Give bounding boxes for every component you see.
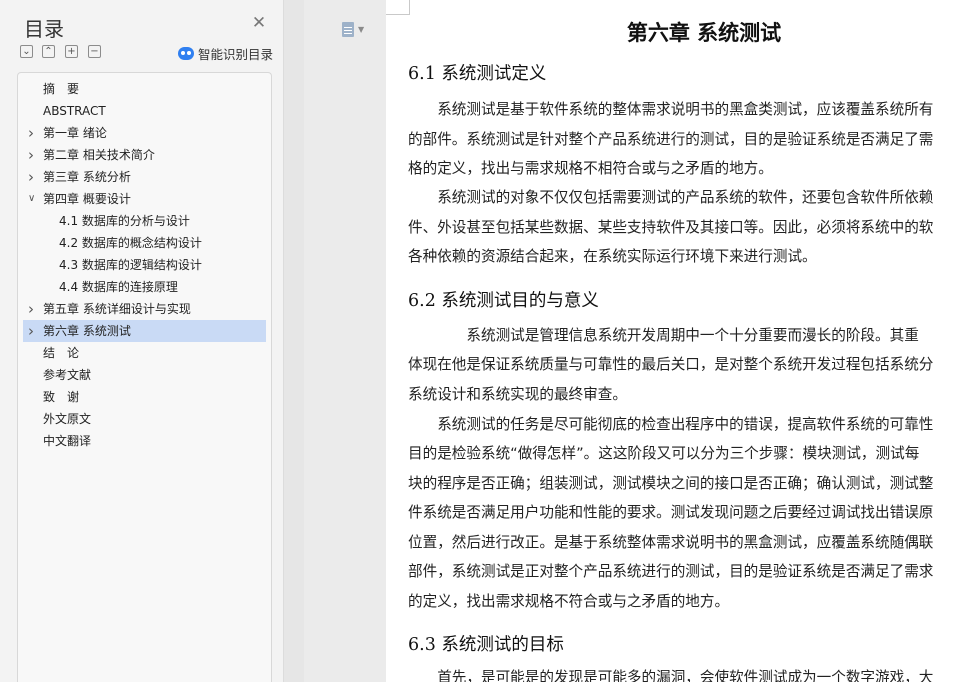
expand-all-icon[interactable]: ⌃ [42, 45, 55, 58]
panel-divider[interactable] [284, 0, 304, 682]
toc-item[interactable]: › 第三章 系统分析 [23, 166, 266, 188]
sidebar-title: 目录 [24, 17, 64, 41]
document-page[interactable]: 第六章 系统测试 6.1 系统测试定义 系统测试是基于软件系统的整体需求说明书的黑… [386, 0, 972, 682]
chapter-title: 第六章 系统测试 [626, 20, 782, 45]
section-heading: 6.2 系统测试目的与意义 [408, 291, 599, 311]
toc-sidebar: 目录 ✕ ⌄ ⌃ + − 智能识别目录 摘 要 ABSTRACT › 第一章 绪论 › 第… [0, 0, 284, 682]
toc-item-label: ABSTRACT [43, 104, 106, 118]
toc-item-label: 致 谢 [43, 390, 80, 404]
toc-item[interactable]: 4.2 数据库的概念结构设计 [23, 232, 266, 254]
toc-item[interactable]: 致 谢 [23, 386, 266, 408]
toc-item[interactable]: 4.4 数据库的连接原理 [23, 276, 266, 298]
toc-item[interactable]: 参考文献 [23, 364, 266, 386]
toc-item-label: 外文原文 [43, 412, 92, 426]
paragraph-line: 件、外设甚至包括某些数据、某些支持软件及其接口等。因此，必须将系统中的软 [408, 219, 934, 236]
toc-item-label: 第三章 系统分析 [43, 170, 131, 184]
document-icon [342, 22, 354, 37]
smart-recognize-icon [178, 46, 194, 60]
paragraph-line: 的部件。系统测试是针对整个产品系统进行的测试，目的是验证系统是否满足了需 [408, 131, 934, 148]
toc-item[interactable]: ABSTRACT [23, 100, 266, 122]
dropdown-arrow-icon: ▼ [358, 25, 365, 34]
document-menu-button[interactable]: ▼ [342, 20, 370, 40]
chevron-right-icon[interactable]: › [28, 166, 38, 188]
toc-item[interactable]: › 第五章 系统详细设计与实现 [23, 298, 266, 320]
paragraph-line: 系统测试是基于软件系统的整体需求说明书的黑盒类测试，应该覆盖系统所有 [408, 101, 934, 118]
paragraph-line: 各种依赖的资源结合起来，在系统实际运行环境下来进行测试。 [408, 248, 817, 265]
toc-item-label: 4.2 数据库的概念结构设计 [59, 236, 202, 250]
toc-item[interactable]: 中文翻译 [23, 430, 266, 452]
toc-item-label: 第一章 绪论 [43, 126, 107, 140]
paragraph-line: 体现在他是保证系统质量与可靠性的最后关口，是对整个系统开发过程包括系统分 [408, 356, 934, 373]
document-area: ▼ 第六章 系统测试 6.1 系统测试定义 系统测试是基于软件系统的整体需求说明书… [304, 0, 972, 682]
toc-list: 摘 要 ABSTRACT › 第一章 绪论 › 第二章 相关技术简介 › 第三章 系统分析 ∨ 第… [17, 72, 272, 682]
toc-item-label: 4.3 数据库的逻辑结构设计 [59, 258, 202, 272]
paragraph-line: 块的程序是否正确；组装测试，测试模块之间的接口是否正确；确认测试，测试整 [408, 475, 934, 492]
paragraph-line: 的定义，找出需求规格不符合或与之矛盾的地方。 [408, 593, 730, 610]
toc-item-label: 4.1 数据库的分析与设计 [59, 214, 190, 228]
toc-item-label: 第四章 概要设计 [43, 192, 131, 206]
toc-item-label: 4.4 数据库的连接原理 [59, 280, 178, 294]
toc-item[interactable]: › 第二章 相关技术简介 [23, 144, 266, 166]
paragraph-line: 目的是检验系统“做得怎样”。这这阶段又可以分为三个步骤：模块测试，测试每 [408, 445, 920, 462]
toc-item[interactable]: 结 论 [23, 342, 266, 364]
toc-item[interactable]: ∨ 第四章 概要设计 [23, 188, 266, 210]
toc-item-label: 第六章 系统测试 [43, 324, 131, 338]
page-corner-mark [409, 0, 410, 15]
toc-item-label: 参考文献 [43, 368, 92, 382]
toc-item-label: 摘 要 [43, 82, 80, 96]
paragraph-line: 格的定义，找出与需求规格不相符合或与之矛盾的地方。 [408, 160, 773, 177]
toc-item[interactable]: › 第六章 系统测试 [23, 320, 266, 342]
page-corner-mark [386, 14, 410, 15]
paragraph-line: 部件，系统测试是正对整个产品系统进行的测试，目的是验证系统是否满足了需求 [408, 563, 934, 580]
chevron-right-icon[interactable]: › [28, 122, 38, 144]
paragraph-line: 位置，然后进行改正。是基于系统整体需求说明书的黑盒测试，应覆盖系统随偶联 [408, 534, 934, 551]
paragraph-line: 系统设计和系统实现的最终审查。 [408, 386, 627, 403]
section-heading: 6.3 系统测试的目标 [408, 635, 564, 655]
toc-item-label: 结 论 [43, 346, 80, 360]
toc-item[interactable]: 4.3 数据库的逻辑结构设计 [23, 254, 266, 276]
paragraph-line: 系统测试的对象不仅仅包括需要测试的产品系统的软件，还要包含软件所依赖 [408, 189, 934, 206]
smart-toc-label: 智能识别目录 [198, 46, 274, 62]
paragraph-line: 系统测试是管理信息系统开发周期中一个十分重要而漫长的阶段。其重 [408, 327, 919, 344]
collapse-all-icon[interactable]: ⌄ [20, 45, 33, 58]
toc-item[interactable]: › 第一章 绪论 [23, 122, 266, 144]
remove-heading-icon[interactable]: − [88, 45, 101, 58]
section-heading: 6.1 系统测试定义 [408, 64, 547, 84]
toc-item-label: 第五章 系统详细设计与实现 [43, 302, 191, 316]
toc-item[interactable]: 外文原文 [23, 408, 266, 430]
add-heading-icon[interactable]: + [65, 45, 78, 58]
chevron-down-icon[interactable]: ∨ [28, 188, 38, 210]
paragraph-line: 系统测试的任务是尽可能彻底的检查出程序中的错误，提高软件系统的可靠性 [408, 416, 934, 433]
chevron-right-icon[interactable]: › [28, 320, 38, 342]
paragraph-line: 首先，是可能是的发现是可能多的漏洞，会使软件测试成为一个数字游戏，大 [408, 669, 934, 682]
toc-item-label: 第二章 相关技术简介 [43, 148, 155, 162]
toc-item[interactable]: 4.1 数据库的分析与设计 [23, 210, 266, 232]
paragraph-line: 件系统是否满足用户功能和性能的要求。测试发现问题之后要经过调试找出错误原 [408, 504, 934, 521]
toc-item[interactable]: 摘 要 [23, 78, 266, 100]
chevron-right-icon[interactable]: › [28, 144, 38, 166]
close-icon[interactable]: ✕ [250, 14, 268, 32]
chevron-right-icon[interactable]: › [28, 298, 38, 320]
smart-toc-button[interactable]: 智能识别目录 [178, 44, 273, 62]
toc-item-label: 中文翻译 [43, 434, 92, 448]
